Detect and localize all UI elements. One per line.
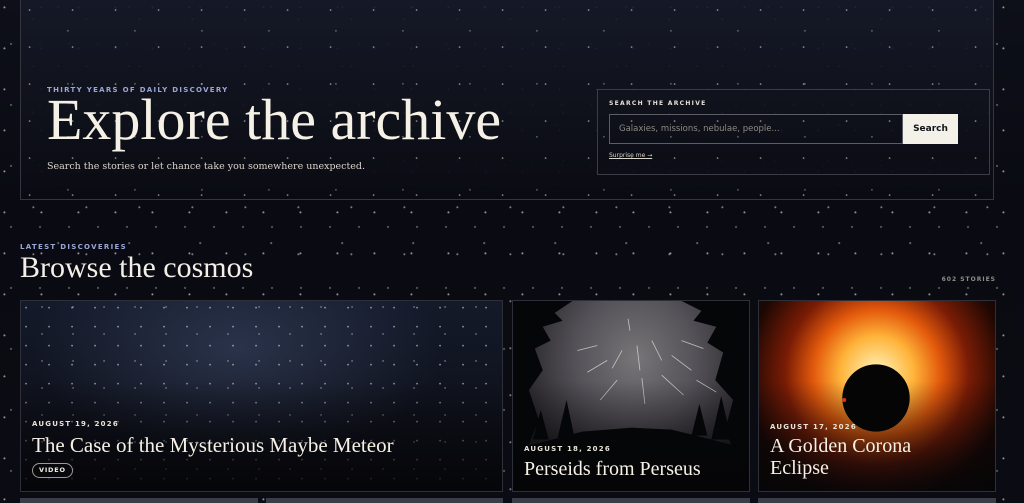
hero-subtitle: Search the stories or let chance take yo… [47,161,366,172]
search-label: SEARCH THE ARCHIVE [609,100,707,107]
story-date: AUGUST 17, 2026 [770,423,857,431]
story-card[interactable]: AUGUST 18, 2026 Perseids from Perseus [512,300,750,492]
next-row-card-edge [266,498,503,503]
search-button[interactable]: Search [903,114,958,144]
next-row-card-edge [20,498,258,503]
section-title: Browse the cosmos [20,251,254,284]
story-date: AUGUST 19, 2026 [32,420,119,428]
page-title: Explore the archive [47,87,502,152]
story-card[interactable]: AUGUST 17, 2026 A Golden Corona Eclipse [758,300,996,492]
video-badge: VIDEO [32,463,73,478]
story-card[interactable]: AUGUST 19, 2026 The Case of the Mysterio… [20,300,503,492]
story-title: Perseids from Perseus [524,458,701,480]
search-panel: SEARCH THE ARCHIVE Search Surprise me → [597,89,990,175]
search-input[interactable] [609,114,903,144]
story-title: The Case of the Mysterious Maybe Meteor [32,433,394,457]
next-row-card-edge [758,498,996,503]
next-row-card-edge [512,498,750,503]
surprise-me-link[interactable]: Surprise me → [609,152,652,159]
hero-panel: THIRTY YEARS OF DAILY DISCOVERY Explore … [20,0,994,200]
story-date: AUGUST 18, 2026 [524,445,611,453]
story-count: 602 STORIES [941,276,996,283]
story-title: A Golden Corona Eclipse [770,435,912,479]
